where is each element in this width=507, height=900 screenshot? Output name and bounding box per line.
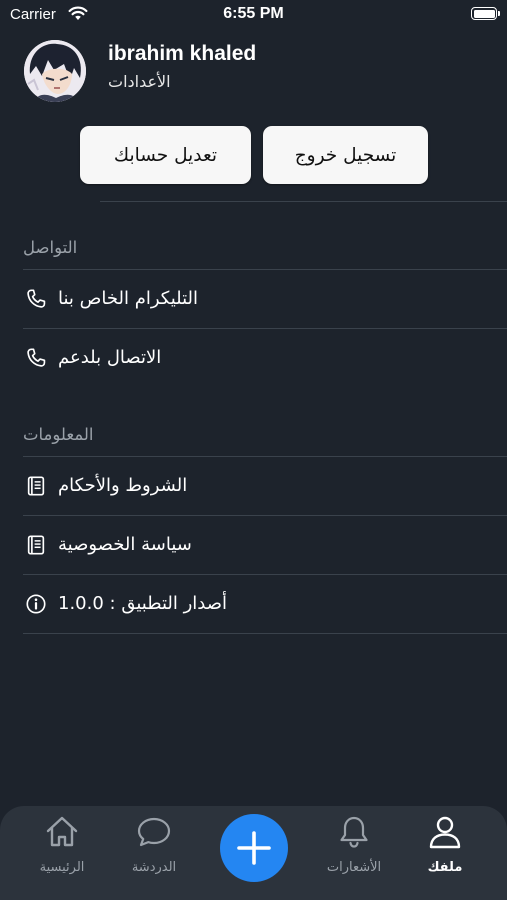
phone-icon (25, 288, 47, 310)
row-contact-support[interactable]: الاتصال بلدعم (0, 329, 507, 387)
row-label: التليكرام الخاص بنا (58, 288, 199, 310)
tab-label: الأشعارات (326, 860, 382, 875)
row-label: الشروط والأحكام (58, 475, 188, 497)
tab-chat[interactable]: الدردشة (114, 814, 194, 884)
row-label: الاتصال بلدعم (58, 347, 162, 369)
person-icon (427, 814, 463, 850)
row-app-version: أصدار التطبيق : 1.0.0 (0, 575, 507, 633)
status-bar: Carrier 6:55 PM (0, 0, 507, 32)
bell-icon (336, 814, 372, 850)
book-icon (25, 534, 47, 556)
divider (23, 633, 507, 634)
avatar[interactable] (24, 40, 86, 102)
plus-icon (220, 814, 288, 886)
section-title-contact: التواصل (23, 238, 78, 257)
profile-header: ibrahim khaled الأعدادات (24, 38, 484, 104)
row-label: أصدار التطبيق : 1.0.0 (58, 593, 228, 615)
tab-label: الرئيسية (39, 860, 85, 875)
row-label: سياسة الخصوصية (58, 534, 192, 556)
home-icon (44, 814, 80, 850)
battery-icon (471, 7, 500, 20)
edit-account-button[interactable]: تعديل حسابك (80, 126, 251, 184)
tab-notifications[interactable]: الأشعارات (314, 814, 394, 884)
row-telegram[interactable]: التليكرام الخاص بنا (0, 270, 507, 328)
book-icon (25, 475, 47, 497)
tab-label: الدردشة (131, 860, 177, 875)
tab-label: ملفك (427, 860, 463, 875)
tab-profile[interactable]: ملفك (405, 814, 485, 884)
divider (100, 201, 507, 202)
chat-icon (136, 814, 172, 850)
settings-subtitle: الأعدادات (108, 72, 171, 91)
add-button[interactable] (220, 814, 288, 882)
tab-home[interactable]: الرئيسية (22, 814, 102, 884)
row-privacy[interactable]: سياسة الخصوصية (0, 516, 507, 574)
tab-bar: الرئيسية الدردشة الأشعارات ملفك (0, 806, 507, 900)
section-title-info: المعلومات (23, 425, 94, 444)
status-time: 6:55 PM (223, 5, 284, 22)
user-name: ibrahim khaled (108, 42, 257, 65)
row-terms[interactable]: الشروط والأحكام (0, 457, 507, 515)
logout-button[interactable]: تسجيل خروج (263, 126, 428, 184)
phone-icon (25, 347, 47, 369)
info-icon (25, 593, 47, 615)
